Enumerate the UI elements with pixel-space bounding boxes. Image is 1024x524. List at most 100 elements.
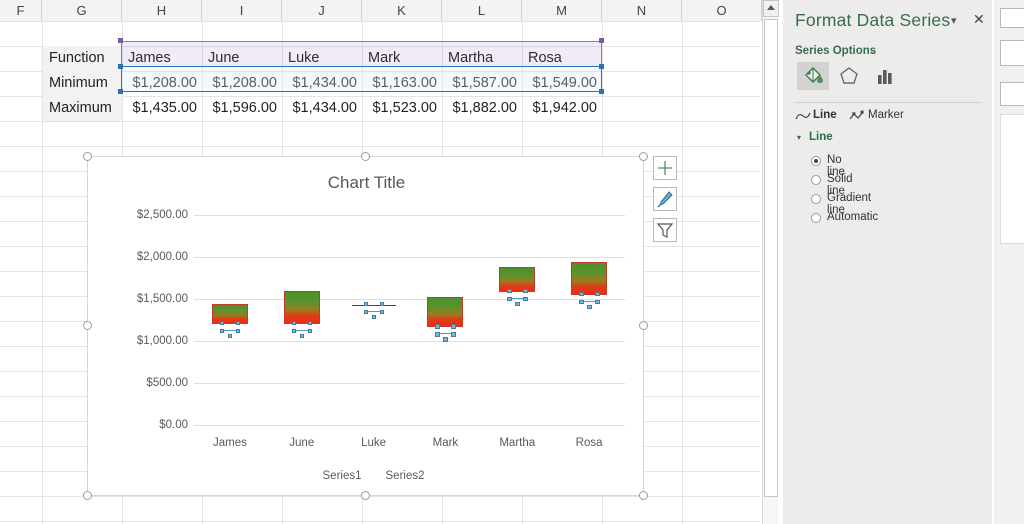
series-selection-handle[interactable] xyxy=(380,310,385,315)
chart-resize-handle-w[interactable] xyxy=(83,321,92,330)
cell-row-label-function[interactable]: Function xyxy=(43,46,122,71)
series-selection-handle[interactable] xyxy=(292,321,297,326)
cell-name-rosa[interactable]: Rosa xyxy=(523,46,602,71)
cell-row-label-minimum[interactable]: Minimum xyxy=(43,71,122,96)
series-options-label[interactable]: Series Options xyxy=(795,45,876,57)
column-header-j[interactable]: J xyxy=(282,0,362,21)
series-selection-handle[interactable] xyxy=(364,310,369,315)
tab-line[interactable]: Line xyxy=(813,109,837,121)
tab-marker[interactable]: Marker xyxy=(868,109,904,121)
series-selection-handle[interactable] xyxy=(292,329,297,334)
cell-name-luke[interactable]: Luke xyxy=(283,46,362,71)
series-selection-handle[interactable] xyxy=(300,334,305,339)
series-selection-handle[interactable] xyxy=(236,329,241,334)
series-selection-handle[interactable] xyxy=(507,289,512,294)
chart-resize-handle-s[interactable] xyxy=(361,491,370,500)
chart-bar-rosa[interactable] xyxy=(571,262,607,295)
cell-name-martha[interactable]: Martha xyxy=(443,46,522,71)
cell-name-james[interactable]: James xyxy=(123,46,202,71)
chart-elements-button[interactable] xyxy=(653,156,677,180)
column-header-o[interactable]: O xyxy=(682,0,762,21)
cell-maximum-june[interactable]: $1,596.00 xyxy=(203,96,282,121)
edge-box-4[interactable] xyxy=(1000,114,1024,244)
selection-handle[interactable] xyxy=(599,64,604,69)
column-header-l[interactable]: L xyxy=(442,0,522,21)
series-selection-handle[interactable] xyxy=(579,300,584,305)
chart-resize-handle-e[interactable] xyxy=(639,321,648,330)
series-selection-handle[interactable] xyxy=(435,332,440,337)
chart-bar-martha[interactable] xyxy=(499,267,535,292)
scroll-up-button[interactable] xyxy=(763,0,779,17)
pane-dropdown-icon[interactable]: ▾ xyxy=(951,14,957,27)
series-selection-handle[interactable] xyxy=(372,315,377,320)
cell-minimum-rosa[interactable]: $1,549.00 xyxy=(523,71,602,96)
chart-bar-june[interactable] xyxy=(284,291,320,324)
column-header-n[interactable]: N xyxy=(602,0,682,21)
legend-item-series1[interactable]: Series1 xyxy=(323,470,362,482)
chart-object[interactable]: Chart Title $2,500.00$2,000.00$1,500.00$… xyxy=(87,156,644,496)
chart-bar-james[interactable] xyxy=(212,304,248,323)
series-selection-handle[interactable] xyxy=(587,305,592,310)
series-selection-handle[interactable] xyxy=(523,289,528,294)
series-selection-handle[interactable] xyxy=(308,329,313,334)
series-options-bars-icon[interactable] xyxy=(869,62,901,90)
edge-box-2[interactable] xyxy=(1000,40,1024,66)
series-selection-handle[interactable] xyxy=(507,297,512,302)
edge-box-1[interactable] xyxy=(1000,8,1024,28)
series-selection-handle[interactable] xyxy=(364,302,369,307)
column-header-f[interactable]: F xyxy=(0,0,42,21)
format-data-series-pane[interactable]: Format Data Series ▾ ✕ Series Options ⌄ xyxy=(783,0,992,524)
chart-resize-handle-nw[interactable] xyxy=(83,152,92,161)
legend-item-series2[interactable]: Series2 xyxy=(386,470,425,482)
radio-button-icon[interactable] xyxy=(811,213,821,223)
cell-maximum-mark[interactable]: $1,523.00 xyxy=(363,96,442,121)
series-selection-handle[interactable] xyxy=(308,321,313,326)
selection-handle[interactable] xyxy=(599,89,604,94)
series-selection-handle[interactable] xyxy=(515,302,520,307)
column-header-k[interactable]: K xyxy=(362,0,442,21)
radio-button-icon[interactable] xyxy=(811,156,821,166)
cell-minimum-martha[interactable]: $1,587.00 xyxy=(443,71,522,96)
radio-button-icon[interactable] xyxy=(811,175,821,185)
series-selection-handle[interactable] xyxy=(220,321,225,326)
cell-maximum-martha[interactable]: $1,882.00 xyxy=(443,96,522,121)
chart-filters-button[interactable] xyxy=(653,218,677,242)
series-selection-handle[interactable] xyxy=(443,337,448,342)
chart-title[interactable]: Chart Title xyxy=(88,173,645,193)
cell-maximum-rosa[interactable]: $1,942.00 xyxy=(523,96,602,121)
chart-resize-handle-ne[interactable] xyxy=(639,152,648,161)
column-header-g[interactable]: G xyxy=(42,0,122,21)
cell-maximum-james[interactable]: $1,435.00 xyxy=(123,96,202,121)
chevron-down-icon[interactable]: ⌄ xyxy=(869,46,877,57)
scrollbar-thumb[interactable] xyxy=(764,19,778,497)
cell-row-label-maximum[interactable]: Maximum xyxy=(43,96,122,121)
series-selection-handle[interactable] xyxy=(220,329,225,334)
series-selection-handle[interactable] xyxy=(523,297,528,302)
series-selection-handle[interactable] xyxy=(451,324,456,329)
series-selection-handle[interactable] xyxy=(595,292,600,297)
series-selection-handle[interactable] xyxy=(435,324,440,329)
selection-handle[interactable] xyxy=(599,38,604,43)
cell-name-mark[interactable]: Mark xyxy=(363,46,442,71)
selection-handle[interactable] xyxy=(118,64,123,69)
series-selection-handle[interactable] xyxy=(451,332,456,337)
series-selection-handle[interactable] xyxy=(236,321,241,326)
effects-pentagon-icon[interactable] xyxy=(833,62,865,90)
chart-resize-handle-sw[interactable] xyxy=(83,491,92,500)
selection-handle[interactable] xyxy=(118,89,123,94)
series-selection-handle[interactable] xyxy=(380,302,385,307)
chart-bar-mark[interactable] xyxy=(427,297,463,327)
column-header-m[interactable]: M xyxy=(522,0,602,21)
chart-bar-luke[interactable] xyxy=(352,305,396,307)
series-selection-handle[interactable] xyxy=(579,292,584,297)
chart-resize-handle-n[interactable] xyxy=(361,152,370,161)
selection-handle[interactable] xyxy=(118,38,123,43)
cell-minimum-june[interactable]: $1,208.00 xyxy=(203,71,282,96)
series-selection-handle[interactable] xyxy=(228,334,233,339)
chart-styles-button[interactable] xyxy=(653,187,677,211)
cell-maximum-luke[interactable]: $1,434.00 xyxy=(283,96,362,121)
column-header-h[interactable]: H xyxy=(122,0,202,21)
series-selection-handle[interactable] xyxy=(595,300,600,305)
vertical-scrollbar[interactable] xyxy=(762,0,778,524)
cell-minimum-james[interactable]: $1,208.00 xyxy=(123,71,202,96)
